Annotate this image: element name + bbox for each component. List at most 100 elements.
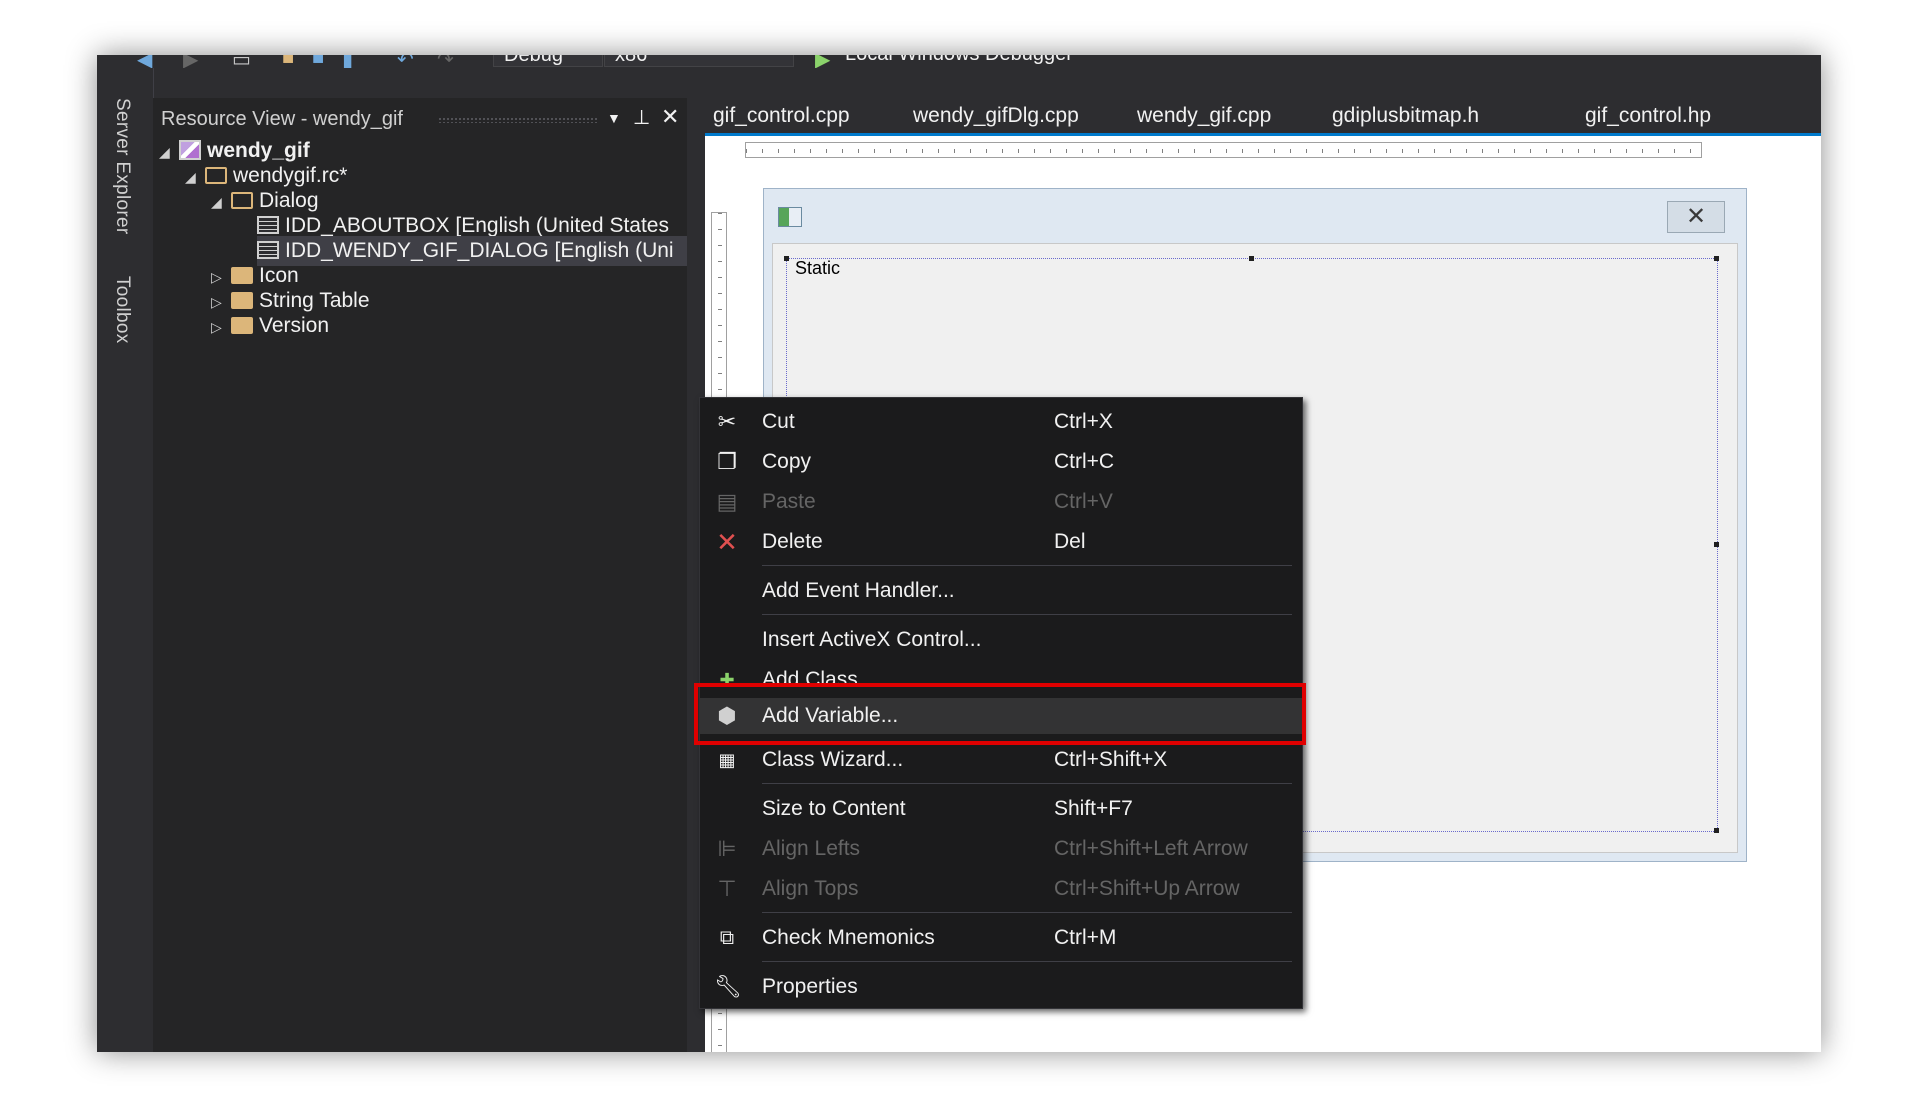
tree-label: Dialog [259, 189, 319, 212]
tab-gif-control-cpp[interactable]: gif_control.cpp [713, 104, 850, 128]
menu-shortcut: Ctrl+Shift+X [1054, 748, 1168, 771]
tree-label: IDD_ABOUTBOX [English (United States [285, 214, 669, 237]
menu-label: Insert ActiveX Control... [762, 628, 982, 651]
menu-item-cut[interactable]: ✂ Cut Ctrl+X [700, 404, 1302, 440]
tab-gdiplusbitmap-h[interactable]: gdiplusbitmap.h [1332, 104, 1479, 128]
check-mnemonics-icon: ⧉ [719, 927, 735, 949]
panel-header: Resource View - wendy_gif ▼ ⊥ ✕ [153, 98, 687, 136]
resize-handle[interactable] [1714, 542, 1719, 547]
highlight-annotation-box [694, 683, 1306, 745]
resize-handle[interactable] [1249, 256, 1254, 261]
toolbox-tab[interactable]: Toolbox [111, 276, 133, 344]
resize-handle[interactable] [1714, 828, 1719, 833]
resource-view-panel: Resource View - wendy_gif ▼ ⊥ ✕ ◢ wendy_g… [153, 98, 687, 1052]
menu-item-check-mnemonics[interactable]: ⧉ Check Mnemonics Ctrl+M [700, 920, 1302, 956]
server-explorer-tab[interactable]: Server Explorer [111, 98, 133, 235]
undo-icon[interactable]: ↶ [397, 55, 414, 68]
menu-item-size-to-content[interactable]: Size to Content Shift+F7 [700, 791, 1302, 827]
menu-shortcut: Del [1054, 530, 1086, 553]
menu-label: Paste [762, 490, 816, 513]
pin-icon[interactable]: ⊥ [633, 105, 650, 130]
side-tool-strip: Server Explorer Toolbox [97, 68, 154, 1052]
dialog-title-bar: ✕ [764, 189, 1746, 243]
drag-grip[interactable] [438, 117, 598, 123]
horizontal-ruler [745, 142, 1702, 158]
menu-label: Check Mnemonics [762, 926, 935, 949]
new-project-icon[interactable]: ▭ [232, 55, 251, 68]
rc-project-icon [179, 140, 201, 160]
run-debugger-button[interactable]: Local Windows Debugger [845, 55, 1073, 67]
dialog-resource-icon [257, 216, 279, 234]
save-icon[interactable]: ■ [312, 55, 324, 68]
resize-handle[interactable] [784, 256, 789, 261]
expanded-arrow-icon[interactable]: ◢ [159, 137, 179, 167]
folder-icon [231, 317, 253, 334]
menu-item-add-event-handler[interactable]: Add Event Handler... [700, 573, 1302, 609]
platform-value: x86 [615, 55, 648, 66]
expanded-arrow-icon[interactable]: ◢ [211, 187, 231, 217]
align-tops-icon: ⊤ [717, 876, 737, 901]
folder-open-icon [231, 192, 253, 209]
menu-item-class-wizard[interactable]: ▦ Class Wizard... Ctrl+Shift+X [700, 742, 1302, 778]
delete-icon: ✕ [716, 527, 738, 557]
menu-item-insert-activex[interactable]: Insert ActiveX Control... [700, 622, 1302, 658]
menu-label: Delete [762, 530, 823, 553]
dialog-close-button[interactable]: ✕ [1667, 201, 1725, 233]
static-text-control[interactable]: Static [795, 258, 840, 279]
document-tabs: gif_control.cpp wendy_gifDlg.cpp wendy_g… [705, 98, 1821, 136]
menu-item-copy[interactable]: ❐ Copy Ctrl+C [700, 444, 1302, 480]
resize-handle[interactable] [1714, 256, 1719, 261]
folder-icon [231, 267, 253, 284]
configuration-value: Debug [504, 55, 563, 66]
folder-open-icon [205, 167, 227, 184]
redo-icon[interactable]: ↷ [437, 55, 454, 68]
tree-node-main-dialog[interactable]: IDD_WENDY_GIF_DIALOG [English (Uni [257, 236, 687, 266]
tree-label: String Table [259, 289, 370, 312]
tab-wendy-gif-cpp[interactable]: wendy_gif.cpp [1137, 104, 1271, 128]
wrench-icon: 🔧︎ [714, 974, 742, 999]
menu-shortcut: Ctrl+M [1054, 926, 1117, 949]
menu-item-align-lefts: ⊫ Align Lefts Ctrl+Shift+Left Arrow [700, 831, 1302, 867]
align-lefts-icon: ⊫ [717, 836, 737, 861]
menu-separator [762, 565, 1292, 566]
close-icon[interactable]: ✕ [661, 104, 679, 130]
menu-label: Size to Content [762, 797, 906, 820]
back-icon[interactable]: ◀ [137, 55, 152, 68]
menu-label: Cut [762, 410, 795, 433]
configuration-dropdown[interactable]: Debug [493, 55, 603, 67]
menu-separator [762, 783, 1292, 784]
menu-shortcut: Shift+F7 [1054, 797, 1133, 820]
play-icon[interactable]: ▶ [815, 55, 830, 68]
menu-label: Class Wizard... [762, 748, 904, 771]
menu-item-properties[interactable]: 🔧︎ Properties [700, 969, 1302, 1005]
menu-shortcut: Ctrl+C [1054, 450, 1115, 473]
tree-label: Version [259, 314, 330, 337]
menu-separator [762, 961, 1292, 962]
tree-node-version[interactable]: ▷ Version [211, 311, 329, 341]
forward-icon[interactable]: ▶ [183, 55, 198, 68]
tree-label: wendy_gif [207, 139, 310, 162]
scissors-icon: ✂ [717, 409, 737, 434]
dropdown-arrow-icon[interactable]: ▼ [607, 110, 621, 126]
menu-shortcut: Ctrl+Shift+Up Arrow [1054, 877, 1240, 900]
menu-separator [762, 912, 1292, 913]
tab-gif-control-hpp[interactable]: gif_control.hp [1585, 104, 1711, 128]
menu-label: Add Event Handler... [762, 579, 955, 602]
tree-label: IDD_WENDY_GIF_DIALOG [English (Uni [285, 239, 674, 262]
tab-wendy-gifdlg-cpp[interactable]: wendy_gifDlg.cpp [913, 104, 1079, 128]
menu-item-delete[interactable]: ✕ Delete Del [700, 524, 1302, 560]
paste-icon: ▤ [716, 489, 738, 514]
class-wizard-icon: ▦ [718, 750, 736, 770]
menu-item-align-tops: ⊤ Align Tops Ctrl+Shift+Up Arrow [700, 871, 1302, 907]
platform-dropdown[interactable]: x86 [604, 55, 794, 67]
menu-shortcut: Ctrl+X [1054, 410, 1113, 433]
menu-separator [762, 614, 1292, 615]
open-folder-icon[interactable]: ■ [282, 55, 294, 68]
save-all-icon[interactable]: ▮ [342, 55, 353, 68]
collapsed-arrow-icon[interactable]: ▷ [211, 312, 231, 342]
menu-label: Align Tops [762, 877, 859, 900]
menu-label: Copy [762, 450, 812, 473]
tree-label: wendygif.rc* [233, 164, 348, 187]
copy-icon: ❐ [717, 449, 737, 474]
expanded-arrow-icon[interactable]: ◢ [185, 162, 205, 192]
